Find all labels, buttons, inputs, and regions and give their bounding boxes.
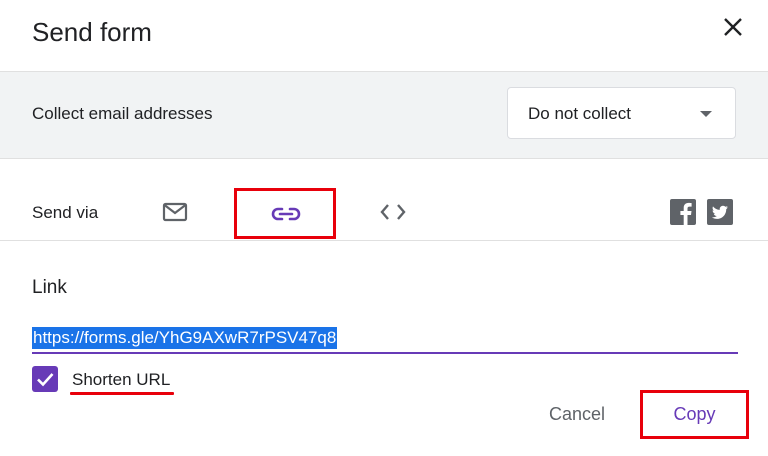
shorten-url-label[interactable]: Shorten URL (72, 370, 170, 390)
form-url-text[interactable]: https://forms.gle/YhG9AXwR7rPSV47q8 (32, 327, 338, 349)
close-button[interactable] (718, 12, 748, 42)
copy-button[interactable]: Copy (640, 390, 749, 439)
facebook-icon (670, 199, 696, 225)
send-via-embed-tab[interactable] (379, 201, 407, 223)
collect-email-selected: Do not collect (528, 104, 631, 123)
close-icon (724, 18, 742, 36)
send-via-label: Send via (32, 203, 99, 222)
share-twitter-button[interactable] (707, 199, 733, 225)
send-via-link-tab[interactable] (234, 188, 336, 239)
send-form-dialog: Send form Collect email addresses Do not… (0, 0, 768, 456)
send-via-email-tab[interactable] (162, 201, 188, 223)
mail-icon (162, 202, 188, 222)
collect-email-dropdown[interactable]: Do not collect (507, 87, 736, 139)
cancel-button[interactable]: Cancel (533, 392, 621, 436)
share-facebook-button[interactable] (670, 199, 696, 225)
link-heading: Link (32, 277, 67, 298)
shorten-url-checkbox[interactable] (32, 366, 58, 392)
embed-code-icon (380, 204, 406, 220)
twitter-icon (707, 199, 733, 225)
section-divider (0, 240, 768, 241)
form-url-field[interactable]: https://forms.gle/YhG9AXwR7rPSV47q8 (32, 324, 738, 354)
dialog-title: Send form (32, 17, 152, 47)
link-icon (271, 207, 301, 221)
annotation-underline (70, 392, 174, 395)
collect-email-label: Collect email addresses (32, 104, 213, 123)
dropdown-arrow-icon (700, 111, 712, 117)
checkmark-icon (37, 373, 54, 387)
collect-email-section: Collect email addresses Do not collect (0, 71, 768, 159)
